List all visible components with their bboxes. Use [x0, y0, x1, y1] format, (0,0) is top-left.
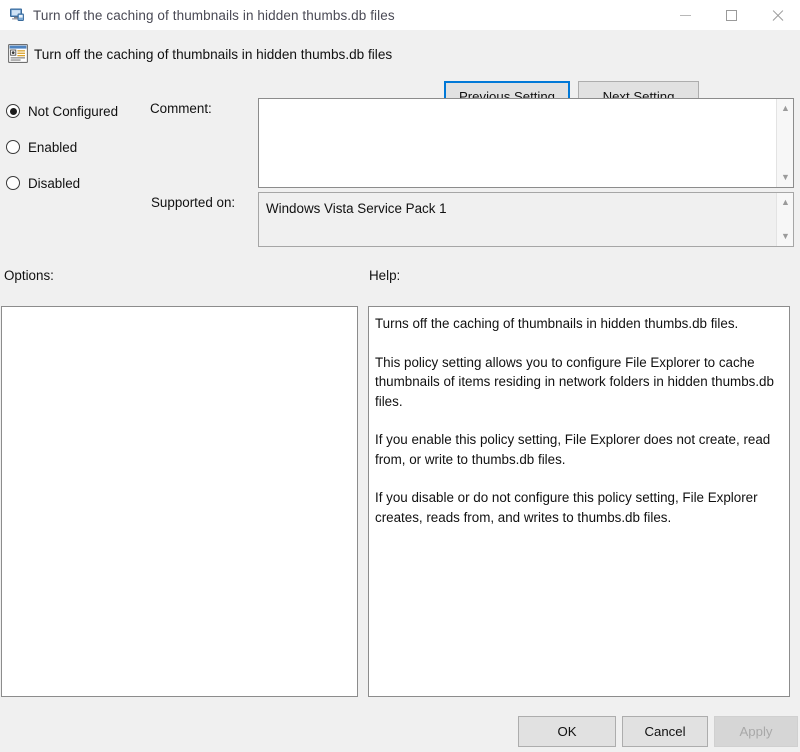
- supported-on-scrollbar[interactable]: ▲ ▼: [776, 193, 793, 246]
- radio-button-icon: [6, 104, 20, 118]
- close-button[interactable]: [754, 0, 800, 30]
- setting-title: Turn off the caching of thumbnails in hi…: [34, 47, 392, 62]
- minimize-icon: [680, 15, 691, 16]
- radio-button-icon: [6, 140, 20, 154]
- help-panel[interactable]: Turns off the caching of thumbnails in h…: [368, 306, 790, 697]
- apply-button: Apply: [714, 716, 798, 747]
- chevron-up-icon[interactable]: ▲: [777, 194, 794, 211]
- supported-on-field[interactable]: Windows Vista Service Pack 1 ▲ ▼: [258, 192, 794, 247]
- minimize-button[interactable]: [662, 0, 708, 30]
- radio-option-disabled[interactable]: Disabled: [6, 172, 156, 194]
- setting-header: Turn off the caching of thumbnails in hi…: [0, 30, 800, 92]
- help-paragraph-3: If you enable this policy setting, File …: [375, 430, 781, 469]
- policy-state-radio-group: Not Configured Enabled Disabled: [6, 100, 156, 208]
- help-paragraph-2: This policy setting allows you to config…: [375, 353, 781, 412]
- help-paragraph-1: Turns off the caching of thumbnails in h…: [375, 314, 781, 334]
- window-controls: [662, 0, 800, 30]
- radio-label-enabled: Enabled: [28, 140, 77, 155]
- maximize-icon: [726, 10, 737, 21]
- comment-scrollbar[interactable]: ▲ ▼: [776, 99, 793, 187]
- supported-on-value: Windows Vista Service Pack 1: [266, 200, 773, 217]
- maximize-button[interactable]: [708, 0, 754, 30]
- radio-label-disabled: Disabled: [28, 176, 80, 191]
- radio-button-icon: [6, 176, 20, 190]
- chevron-up-icon[interactable]: ▲: [777, 100, 794, 117]
- help-label: Help:: [369, 268, 400, 283]
- radio-option-not-configured[interactable]: Not Configured: [6, 100, 156, 122]
- options-panel[interactable]: [1, 306, 358, 697]
- window-title: Turn off the caching of thumbnails in hi…: [33, 8, 395, 23]
- title-bar: Turn off the caching of thumbnails in hi…: [0, 0, 800, 30]
- radio-label-not-configured: Not Configured: [28, 104, 118, 119]
- radio-option-enabled[interactable]: Enabled: [6, 136, 156, 158]
- close-icon: [771, 9, 784, 22]
- cancel-button[interactable]: Cancel: [622, 716, 708, 747]
- help-paragraph-4: If you disable or do not configure this …: [375, 488, 781, 527]
- help-text: Turns off the caching of thumbnails in h…: [375, 314, 781, 527]
- computer-policy-icon: [9, 7, 25, 23]
- comment-label: Comment:: [150, 101, 212, 116]
- group-policy-setting-icon: [8, 44, 28, 63]
- comment-textarea[interactable]: ▲ ▼: [258, 98, 794, 188]
- ok-button[interactable]: OK: [518, 716, 616, 747]
- chevron-down-icon[interactable]: ▼: [777, 228, 794, 245]
- supported-on-label: Supported on:: [151, 195, 235, 210]
- chevron-down-icon[interactable]: ▼: [777, 169, 794, 186]
- options-label: Options:: [4, 268, 54, 283]
